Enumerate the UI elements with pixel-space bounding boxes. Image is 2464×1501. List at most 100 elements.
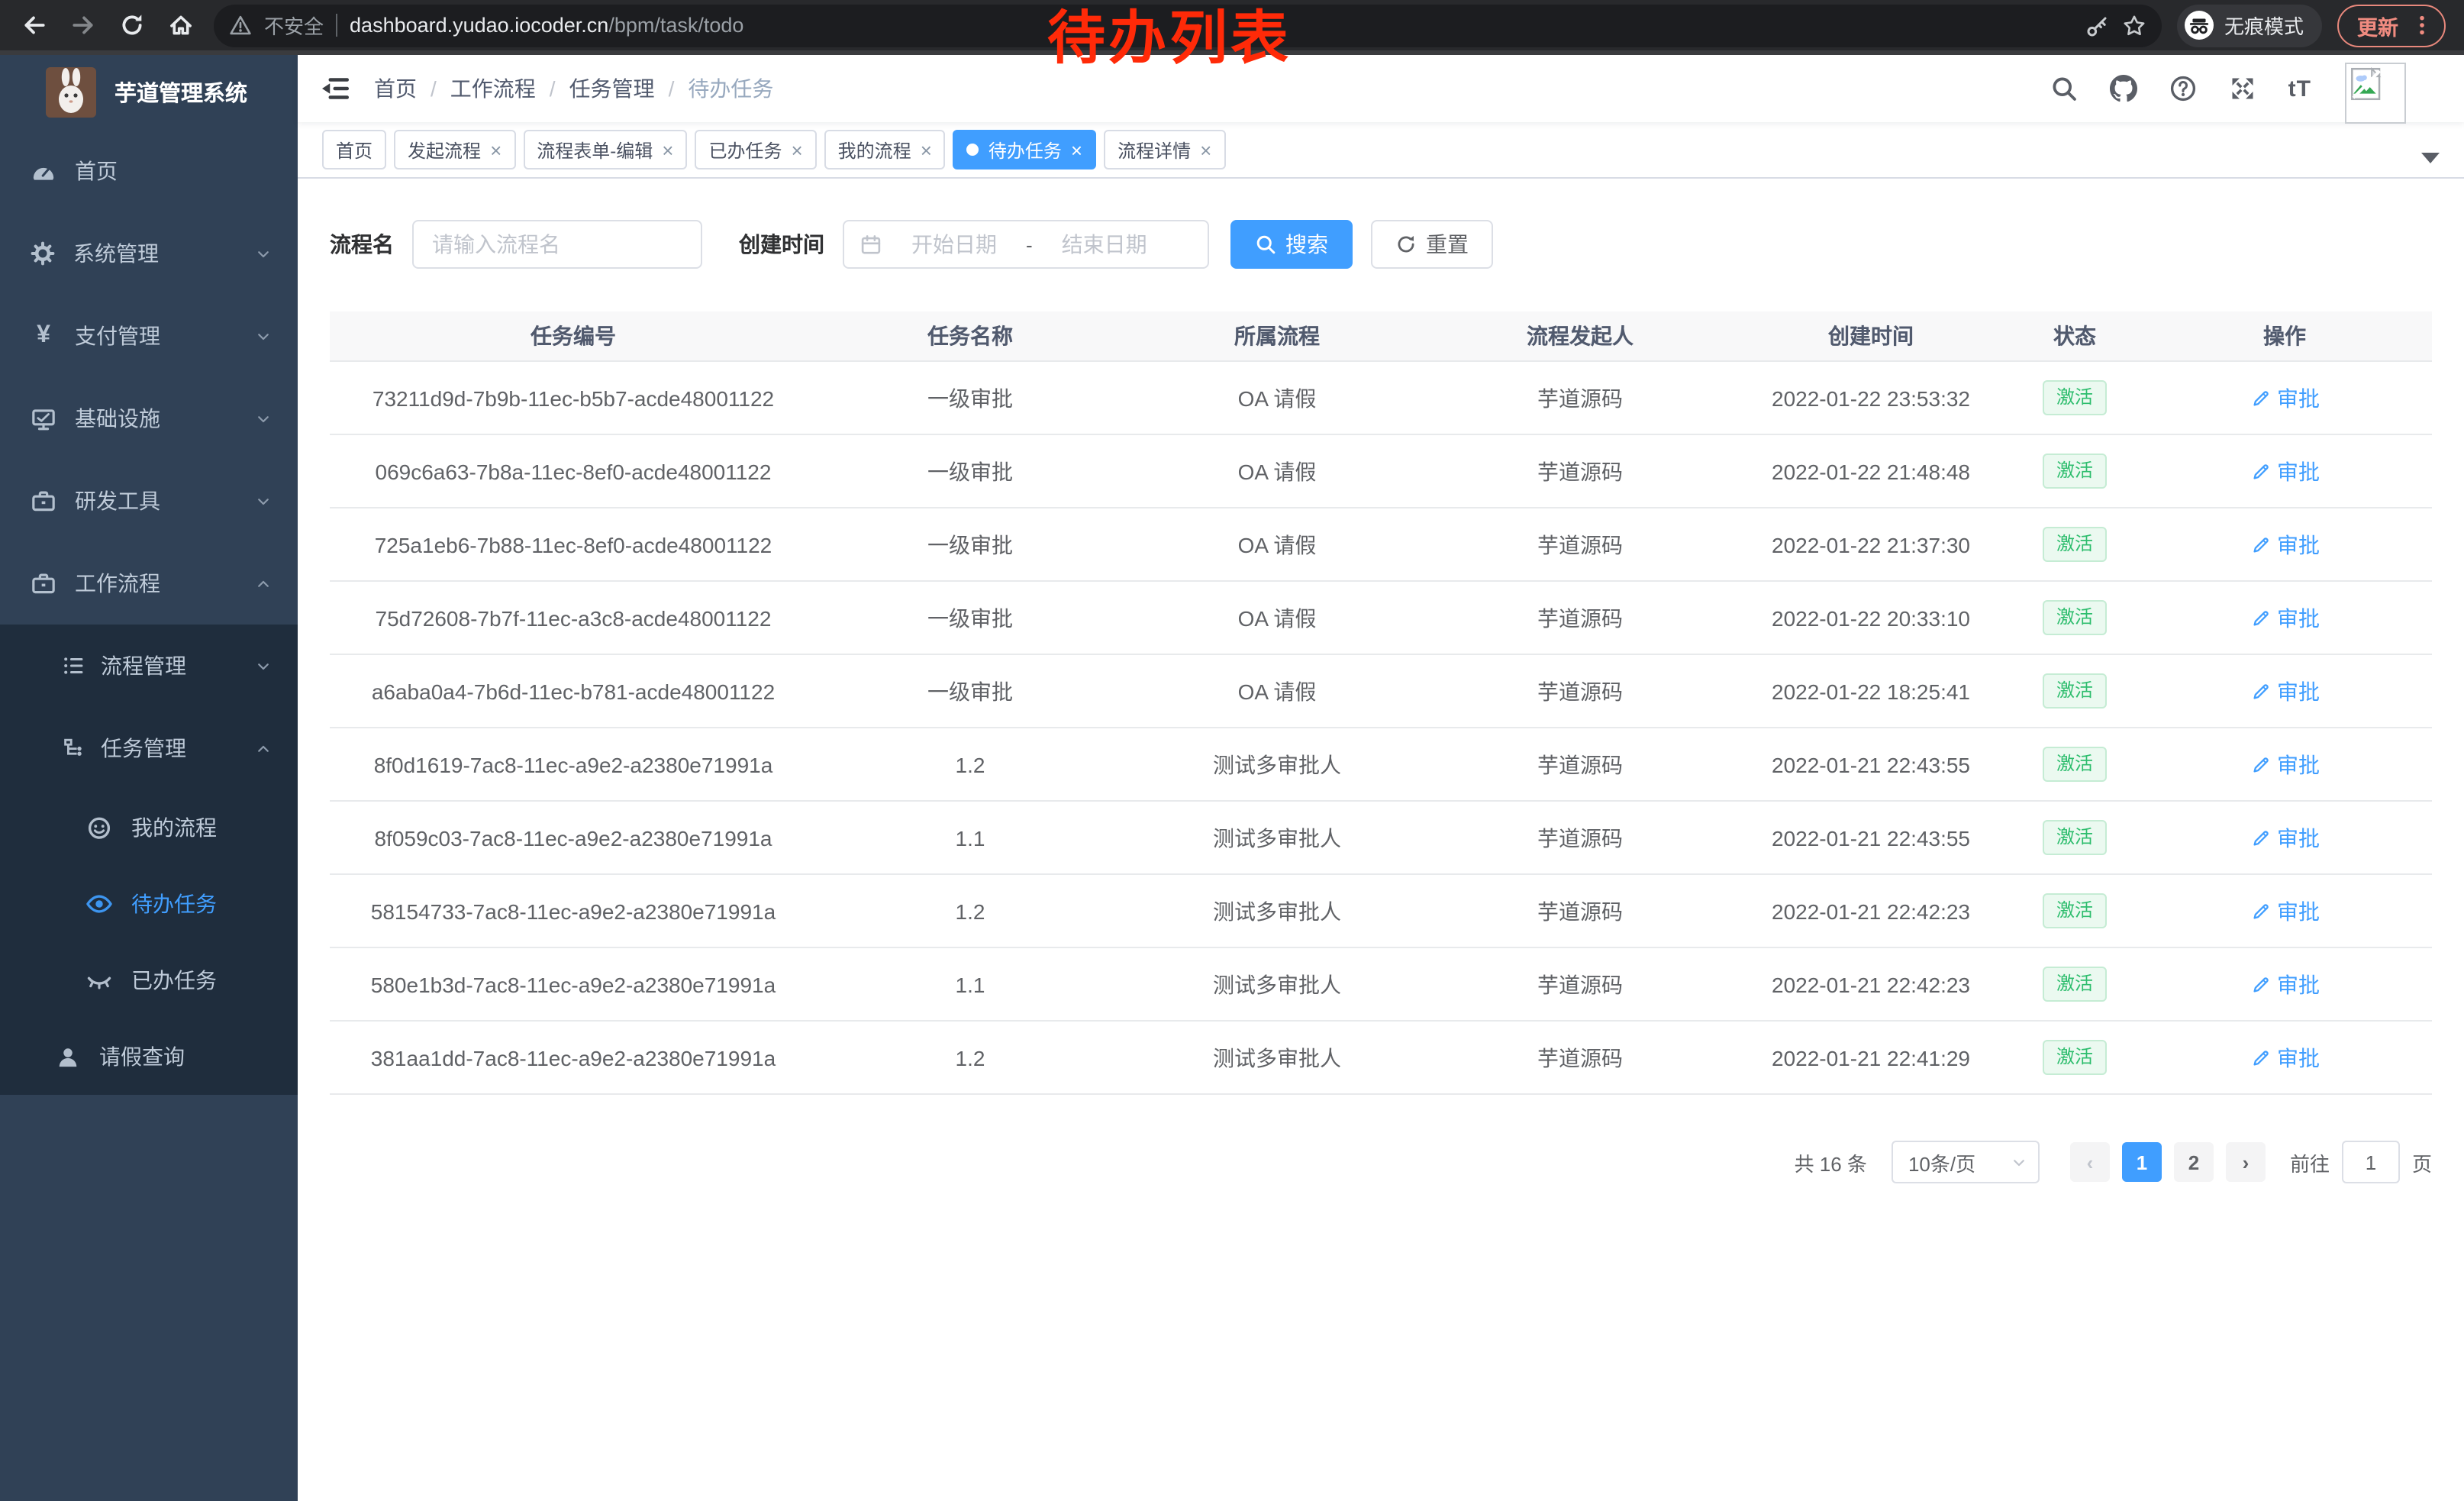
end-date-input[interactable] — [1042, 232, 1167, 257]
sidebar-item-leave-query[interactable]: 请假查询 — [0, 1018, 298, 1095]
sidebar-item-system[interactable]: 系统管理 — [0, 212, 298, 295]
sidebar-item-my-process[interactable]: 我的流程 — [0, 789, 298, 866]
breadcrumb-workflow[interactable]: 工作流程 — [450, 73, 536, 104]
column-process: 所属流程 — [1124, 321, 1430, 351]
approve-link[interactable]: 审批 — [2250, 1042, 2320, 1073]
sidebar-logo[interactable]: 芋道管理系统 — [0, 55, 298, 130]
approve-link[interactable]: 审批 — [2250, 969, 2320, 999]
password-key-icon[interactable] — [2085, 13, 2110, 37]
close-icon[interactable]: × — [1071, 140, 1082, 160]
tab-my-process[interactable]: 我的流程 × — [824, 130, 946, 169]
breadcrumb-home[interactable]: 首页 — [374, 73, 417, 104]
table-row: 580e1b3d-7ac8-11ec-a9e2-a2380e71991a 1.1… — [330, 948, 2432, 1022]
page-button-1[interactable]: 1 — [2122, 1142, 2162, 1182]
breadcrumb-task-management[interactable]: 任务管理 — [569, 73, 655, 104]
table-row: a6aba0a4-7b6d-11ec-b781-acde48001122 一级审… — [330, 655, 2432, 728]
tab-home[interactable]: 首页 — [322, 130, 386, 169]
sidebar-item-payment[interactable]: ¥ 支付管理 — [0, 295, 298, 377]
search-icon[interactable] — [2050, 75, 2078, 102]
approve-link[interactable]: 审批 — [2250, 383, 2320, 413]
github-icon[interactable] — [2110, 75, 2137, 102]
approve-link[interactable]: 审批 — [2250, 456, 2320, 486]
table-row: 725a1eb6-7b88-11ec-8ef0-acde48001122 一级审… — [330, 508, 2432, 582]
address-bar[interactable]: 不安全 dashboard.yudao.iocoder.cn/bpm/task/… — [214, 4, 2162, 47]
browser-back-button[interactable] — [12, 4, 55, 47]
task-id: 58154733-7ac8-11ec-a9e2-a2380e71991a — [330, 899, 817, 923]
reset-button[interactable]: 重置 — [1371, 220, 1493, 269]
close-icon[interactable]: × — [490, 140, 502, 160]
column-status: 状态 — [2012, 321, 2137, 351]
chevron-down-icon — [255, 410, 272, 427]
sidebar-item-dev-tools[interactable]: 研发工具 — [0, 460, 298, 542]
chevron-down-icon — [2011, 1154, 2027, 1170]
gear-icon — [31, 241, 55, 266]
page-size-select[interactable]: 10条/页 — [1892, 1141, 2040, 1183]
tab-process-form-edit[interactable]: 流程表单-编辑 × — [523, 130, 687, 169]
approve-link[interactable]: 审批 — [2250, 529, 2320, 560]
prev-page-button[interactable]: ‹ — [2070, 1142, 2110, 1182]
chevron-down-icon — [255, 492, 272, 509]
sidebar-item-task-management[interactable]: 任务管理 — [0, 707, 298, 789]
tab-todo-tasks[interactable]: 待办任务 × — [953, 130, 1096, 169]
briefcase-icon — [31, 570, 56, 596]
chevron-down-icon — [255, 328, 272, 344]
sidebar-toggle-button[interactable] — [298, 55, 374, 122]
next-page-button[interactable]: › — [2226, 1142, 2266, 1182]
workflow-submenu: 流程管理 任务管理 我的流程 待办任务 — [0, 625, 298, 1095]
url-text[interactable]: dashboard.yudao.iocoder.cn/bpm/task/todo — [350, 14, 743, 37]
hamburger-icon — [321, 73, 351, 104]
not-secure-icon[interactable] — [229, 14, 252, 37]
breadcrumb: 首页 / 工作流程 / 任务管理 / 待办任务 — [374, 73, 773, 104]
sidebar-item-infrastructure[interactable]: 基础设施 — [0, 377, 298, 460]
status-badge: 激活 — [2043, 673, 2107, 709]
font-size-icon[interactable]: tT — [2288, 76, 2311, 102]
bookmark-star-icon[interactable] — [2122, 13, 2146, 37]
task-id: 725a1eb6-7b88-11ec-8ef0-acde48001122 — [330, 532, 817, 557]
goto-page-input[interactable] — [2342, 1141, 2400, 1183]
search-button[interactable]: 搜索 — [1230, 220, 1353, 269]
face-icon — [85, 814, 113, 841]
table-row: 381aa1dd-7ac8-11ec-a9e2-a2380e71991a 1.2… — [330, 1022, 2432, 1095]
help-icon[interactable] — [2169, 75, 2197, 102]
task-id: 8f059c03-7ac8-11ec-a9e2-a2380e71991a — [330, 825, 817, 850]
start-date-input[interactable] — [892, 232, 1017, 257]
sidebar-item-workflow[interactable]: 工作流程 — [0, 542, 298, 625]
pencil-icon — [2250, 754, 2271, 775]
sidebar-item-done-tasks[interactable]: 已办任务 — [0, 942, 298, 1018]
table-row: 069c6a63-7b8a-11ec-8ef0-acde48001122 一级审… — [330, 435, 2432, 508]
approve-link[interactable]: 审批 — [2250, 676, 2320, 706]
status-badge: 激活 — [2043, 527, 2107, 562]
browser-forward-button[interactable] — [61, 4, 104, 47]
close-icon[interactable]: × — [791, 140, 802, 160]
user-avatar[interactable] — [2345, 63, 2406, 124]
broken-image-icon — [2350, 67, 2383, 101]
avatar-dropdown-caret[interactable] — [2421, 153, 2440, 163]
browser-home-button[interactable] — [159, 4, 202, 47]
browser-update-button[interactable]: 更新 — [2337, 4, 2446, 47]
monitor-icon — [31, 405, 56, 431]
close-icon[interactable]: × — [662, 140, 673, 160]
sidebar-item-todo-tasks[interactable]: 待办任务 — [0, 866, 298, 942]
tab-done-tasks[interactable]: 已办任务 × — [695, 130, 816, 169]
sidebar-item-home[interactable]: 首页 — [0, 130, 298, 212]
browser-menu-icon[interactable] — [2411, 14, 2433, 37]
page-button-2[interactable]: 2 — [2174, 1142, 2214, 1182]
date-range-picker[interactable]: - — [843, 220, 1209, 269]
fullscreen-icon[interactable] — [2229, 75, 2256, 102]
column-action: 操作 — [2137, 321, 2432, 351]
update-label[interactable]: 更新 — [2357, 10, 2398, 40]
approve-link[interactable]: 审批 — [2250, 822, 2320, 853]
approve-link[interactable]: 审批 — [2250, 602, 2320, 633]
process-name-input[interactable] — [412, 220, 702, 269]
sidebar-item-process-management[interactable]: 流程管理 — [0, 625, 298, 707]
approve-link[interactable]: 审批 — [2250, 896, 2320, 926]
tab-process-detail[interactable]: 流程详情 × — [1104, 130, 1225, 169]
column-create-time: 创建时间 — [1730, 321, 2012, 351]
security-label[interactable]: 不安全 — [264, 11, 324, 40]
close-icon[interactable]: × — [1200, 140, 1211, 160]
approve-link[interactable]: 审批 — [2250, 749, 2320, 780]
filter-form: 流程名 创建时间 - 搜索 重置 — [330, 220, 2432, 269]
close-icon[interactable]: × — [921, 140, 932, 160]
tab-start-process[interactable]: 发起流程 × — [394, 130, 515, 169]
browser-reload-button[interactable] — [110, 4, 153, 47]
